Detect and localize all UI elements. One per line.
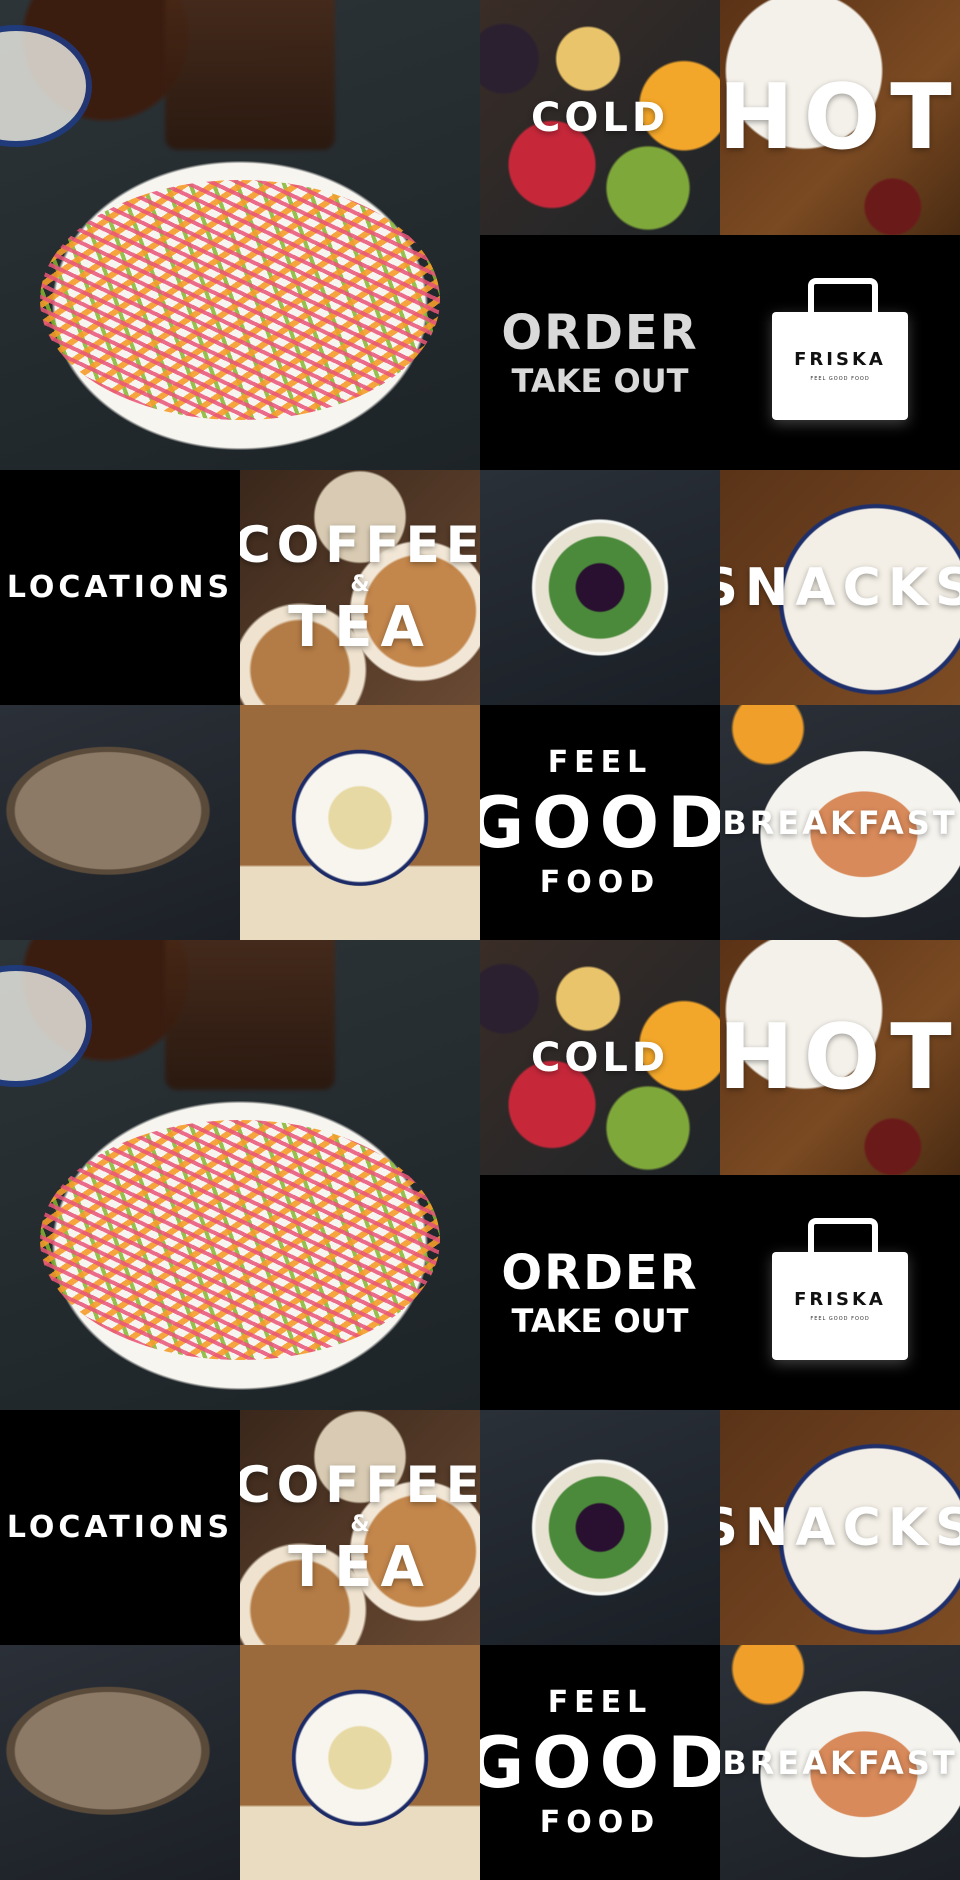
plate-photo-tile[interactable] — [240, 1645, 480, 1880]
coffee-tea-tile[interactable]: COFFEE & TEA — [240, 1410, 480, 1645]
menu-grid: COLD HOT ORDER TAKE OUT FRISKA FEEL GOOD… — [0, 0, 960, 1880]
snacks-tile[interactable]: SNACKS — [720, 470, 960, 705]
order-label: ORDER TAKE OUT — [480, 235, 720, 470]
good-text: GOOD — [480, 781, 720, 864]
bag-brand-text: FRISKA — [794, 1288, 886, 1310]
breakfast-tile[interactable]: BREAKFAST — [720, 705, 960, 940]
feel-text: FEEL — [547, 1684, 653, 1720]
cold-tile[interactable]: COLD — [480, 0, 720, 235]
ampersand-text: & — [350, 1511, 370, 1537]
tea-text: TEA — [288, 1534, 432, 1600]
order-text: ORDER — [501, 1244, 699, 1301]
tea-text: TEA — [288, 594, 432, 660]
drink-glass-image — [165, 0, 335, 150]
ampersand-text: & — [350, 571, 370, 597]
cold-tile[interactable]: COLD — [480, 940, 720, 1175]
hot-text: HOT — [720, 1004, 960, 1110]
snacks-label: SNACKS — [720, 470, 960, 705]
snacks-text: SNACKS — [720, 1497, 960, 1558]
bag-tagline-text: FEEL GOOD FOOD — [810, 375, 870, 382]
order-takeout-tile[interactable]: ORDER TAKE OUT — [480, 1175, 720, 1410]
order-text: ORDER — [501, 304, 699, 361]
coffee-tea-tile[interactable]: COFFEE & TEA — [240, 470, 480, 705]
locations-label: LOCATIONS — [0, 470, 240, 705]
feel-good-food-label: FEEL GOOD FOOD — [480, 705, 720, 940]
coffee-tea-label: COFFEE & TEA — [240, 470, 480, 705]
bag-tile[interactable]: FRISKA FEEL GOOD FOOD — [720, 235, 960, 470]
hot-label: HOT — [720, 940, 960, 1175]
takeout-text: TAKE OUT — [511, 361, 689, 400]
breakfast-tile[interactable]: BREAKFAST — [720, 1645, 960, 1880]
snacks-tile[interactable]: SNACKS — [720, 1410, 960, 1645]
takeout-bag-icon: FRISKA FEEL GOOD FOOD — [772, 1217, 908, 1360]
side-bowl-image — [0, 965, 92, 1087]
cold-text: COLD — [530, 94, 670, 141]
good-text: GOOD — [480, 1721, 720, 1804]
breakfast-text: BREAKFAST — [722, 803, 958, 842]
feel-good-food-tile[interactable]: FEEL GOOD FOOD — [480, 1645, 720, 1880]
breakfast-label: BREAKFAST — [720, 1645, 960, 1880]
salad-image — [40, 1120, 440, 1360]
breakfast-text: BREAKFAST — [722, 1743, 958, 1782]
food-text: FOOD — [539, 1804, 661, 1840]
food-text: FOOD — [539, 864, 661, 900]
bag-brand-text: FRISKA — [794, 348, 886, 370]
feel-good-food-tile[interactable]: FEEL GOOD FOOD — [480, 705, 720, 940]
takeout-text: TAKE OUT — [511, 1301, 689, 1340]
breakfast-label: BREAKFAST — [720, 705, 960, 940]
coffee-tea-label: COFFEE & TEA — [240, 1410, 480, 1645]
feel-text: FEEL — [547, 744, 653, 780]
coffee-text: COFFEE — [240, 1455, 480, 1514]
locations-text: LOCATIONS — [6, 569, 234, 605]
bag-tile[interactable]: FRISKA FEEL GOOD FOOD — [720, 1175, 960, 1410]
drink-glass-image — [165, 940, 335, 1090]
snacks-text: SNACKS — [720, 557, 960, 618]
plate-photo-tile[interactable] — [240, 705, 480, 940]
bag-tagline-text: FEEL GOOD FOOD — [810, 1315, 870, 1322]
side-bowl-image — [0, 25, 92, 147]
hot-text: HOT — [720, 64, 960, 170]
order-takeout-tile[interactable]: ORDER TAKE OUT — [480, 235, 720, 470]
locations-tile[interactable]: LOCATIONS — [0, 1410, 240, 1645]
soup-photo-tile[interactable] — [480, 1410, 720, 1645]
coffee-text: COFFEE — [240, 515, 480, 574]
snacks-label: SNACKS — [720, 1410, 960, 1645]
hot-tile[interactable]: HOT — [720, 940, 960, 1175]
takeout-bag-icon: FRISKA FEEL GOOD FOOD — [772, 277, 908, 420]
locations-tile[interactable]: LOCATIONS — [0, 470, 240, 705]
locations-text: LOCATIONS — [6, 1509, 234, 1545]
salad-photo-tile[interactable] — [0, 0, 480, 470]
bread-photo-tile[interactable] — [0, 705, 240, 940]
salad-image — [40, 180, 440, 420]
salad-photo-tile[interactable] — [0, 940, 480, 1410]
cold-label: COLD — [480, 940, 720, 1175]
feel-good-food-label: FEEL GOOD FOOD — [480, 1645, 720, 1880]
soup-photo-tile[interactable] — [480, 470, 720, 705]
cold-text: COLD — [530, 1034, 670, 1081]
cold-label: COLD — [480, 0, 720, 235]
locations-label: LOCATIONS — [0, 1410, 240, 1645]
hot-label: HOT — [720, 0, 960, 235]
order-label: ORDER TAKE OUT — [480, 1175, 720, 1410]
bread-photo-tile[interactable] — [0, 1645, 240, 1880]
hot-tile[interactable]: HOT — [720, 0, 960, 235]
